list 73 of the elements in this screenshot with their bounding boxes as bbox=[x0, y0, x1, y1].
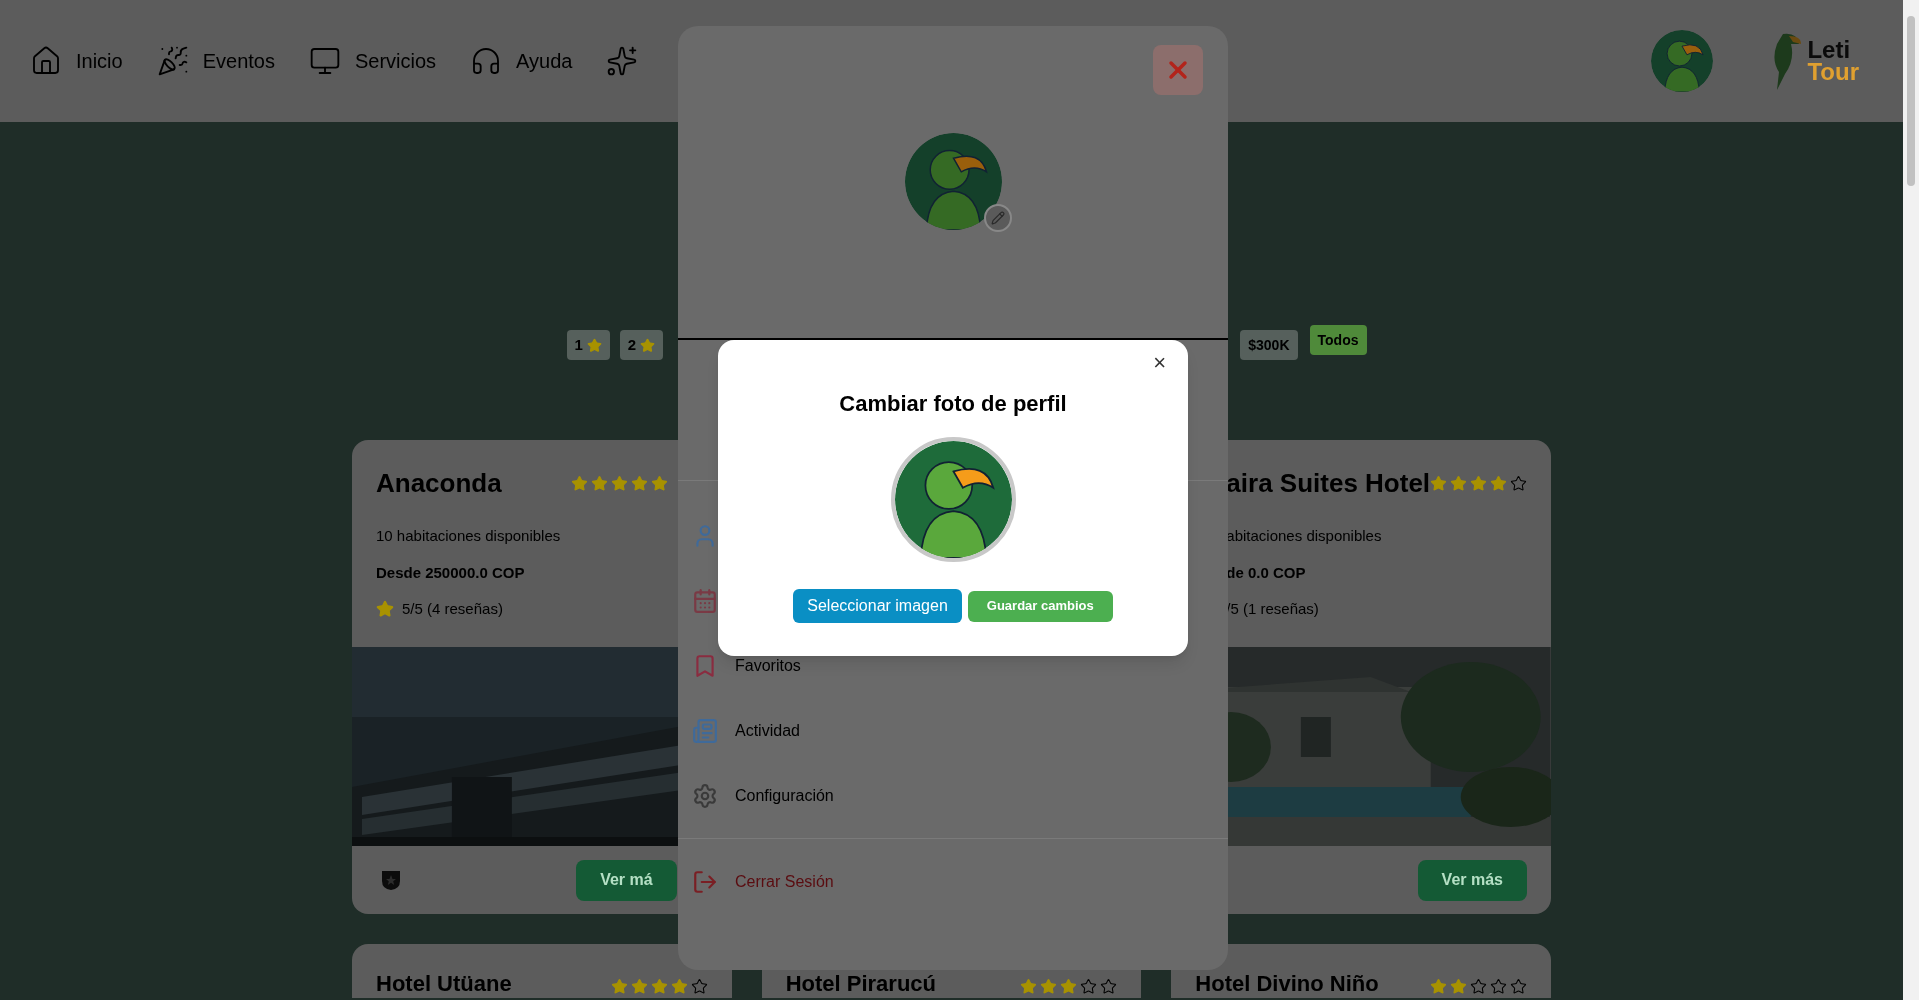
nav-link[interactable]: Ayuda bbox=[470, 45, 573, 77]
logout-link[interactable]: Cerrar Sesión bbox=[692, 849, 1228, 914]
filled-star-icon bbox=[1450, 475, 1468, 492]
filled-star-icon bbox=[610, 475, 628, 492]
filled-star-icon bbox=[1490, 475, 1508, 492]
monitor-icon bbox=[308, 45, 341, 77]
badge-star-icon[interactable] bbox=[380, 869, 402, 891]
filled-star-icon bbox=[630, 475, 648, 492]
filled-star-icon bbox=[650, 475, 668, 492]
select-image-button[interactable]: Seleccionar imagen bbox=[793, 589, 962, 623]
hotel-name: Anaconda bbox=[376, 467, 502, 500]
star-icon bbox=[640, 337, 656, 353]
empty-star-icon bbox=[1100, 978, 1118, 995]
filled-star-icon bbox=[1430, 475, 1448, 492]
avatar-icon bbox=[890, 437, 1016, 562]
see-more-button[interactable]: Ver más bbox=[1417, 859, 1527, 901]
gear-icon bbox=[692, 782, 718, 809]
hotel-name: Hotel Pirarucú bbox=[785, 973, 937, 995]
nav-link[interactable]: Inicio bbox=[30, 45, 123, 77]
hotel-name: Hotel Utüane bbox=[376, 973, 512, 995]
home-icon bbox=[30, 45, 62, 77]
filled-star-icon bbox=[650, 978, 668, 995]
empty-star-icon bbox=[690, 978, 708, 995]
newspaper-icon bbox=[692, 717, 718, 744]
empty-star-icon bbox=[1470, 978, 1487, 995]
scrollbar[interactable] bbox=[1903, 0, 1919, 1000]
empty-star-icon bbox=[1510, 475, 1528, 492]
menu-item[interactable]: Actividad bbox=[692, 698, 1228, 763]
star-filter-chip[interactable]: 2 bbox=[619, 330, 664, 360]
filled-star-icon bbox=[1450, 978, 1467, 995]
calendar-icon[interactable] bbox=[692, 587, 718, 614]
star-icon bbox=[376, 600, 394, 619]
filled-star-icon bbox=[670, 978, 688, 995]
filled-star-icon bbox=[590, 475, 608, 492]
rating: 5/5 (4 reseñas) bbox=[402, 599, 503, 619]
price: Desde 250000.0 COP bbox=[376, 562, 525, 583]
empty-star-icon bbox=[1510, 978, 1527, 995]
dialog-title: Cambiar foto de perfil bbox=[839, 390, 1067, 418]
see-more-button[interactable]: Ver má bbox=[576, 859, 677, 901]
rooms-available: abitaciones disponibles bbox=[1226, 526, 1382, 546]
menu-item[interactable]: Configuración bbox=[692, 763, 1228, 828]
logo[interactable]: Leti Tour bbox=[1769, 30, 1859, 92]
party-popper-icon bbox=[156, 45, 189, 77]
rooms-available: 10 habitaciones disponibles bbox=[376, 526, 561, 546]
save-changes-button[interactable]: Guardar cambios bbox=[967, 590, 1113, 622]
filter-chip[interactable]: Todos bbox=[1309, 325, 1367, 355]
filled-star-icon bbox=[610, 978, 628, 995]
empty-star-icon bbox=[1080, 978, 1098, 995]
close-button[interactable]: × bbox=[1149, 348, 1170, 378]
logo-text: Tour bbox=[1807, 61, 1859, 83]
hotel-name: Hotel Divino Niño bbox=[1195, 973, 1379, 995]
filled-star-icon bbox=[1020, 978, 1038, 995]
logout-icon bbox=[692, 868, 718, 895]
edit-icon[interactable] bbox=[983, 204, 1012, 232]
star-icon bbox=[586, 337, 602, 353]
filled-star-icon bbox=[1470, 475, 1488, 492]
logo-text: Leti bbox=[1807, 39, 1852, 61]
nav-link[interactable]: Eventos bbox=[156, 45, 275, 77]
hotel-name: aira Suites Hotel bbox=[1226, 467, 1431, 500]
sparkles-icon[interactable] bbox=[606, 45, 639, 77]
avatar-icon bbox=[1651, 30, 1714, 92]
menu-item[interactable]: Favoritos bbox=[692, 633, 1228, 698]
filled-star-icon bbox=[1060, 978, 1078, 995]
filled-star-icon bbox=[1040, 978, 1058, 995]
filled-star-icon bbox=[1430, 978, 1447, 995]
avatar-icon bbox=[904, 133, 1002, 230]
empty-star-icon bbox=[1490, 978, 1507, 995]
filter-chip[interactable]: $300K bbox=[1240, 330, 1298, 360]
filled-star-icon bbox=[570, 475, 588, 492]
star-filter-chip[interactable]: 1 bbox=[566, 330, 610, 360]
filled-star-icon bbox=[630, 978, 648, 995]
close-button[interactable] bbox=[1153, 45, 1203, 95]
nav-link[interactable]: Servicios bbox=[308, 45, 437, 77]
